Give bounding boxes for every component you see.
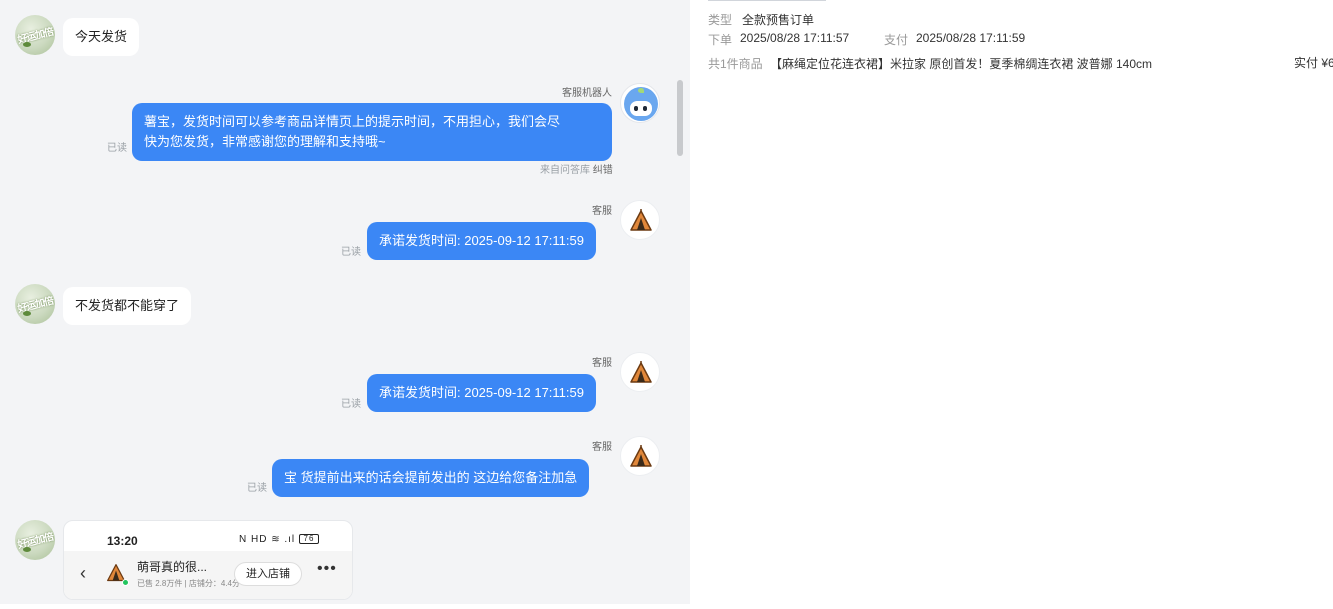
order-type-value: 全款预售订单 <box>742 13 815 27</box>
bot-avatar <box>620 83 660 123</box>
customer-message[interactable]: 不发货都不能穿了 <box>63 287 192 325</box>
customer-message[interactable]: 今天发货 <box>63 18 140 56</box>
phone-clock: 13:20 <box>107 534 138 548</box>
tent-icon <box>630 361 652 383</box>
tent-icon <box>630 209 652 231</box>
read-status: 已读 <box>247 483 267 494</box>
chat-pane: 好运加倍 今天发货 客服机器人 薯宝，发货时间可以参考商品详情页上的提示时间，不… <box>0 0 690 609</box>
sender-name: 客服 <box>592 442 612 453</box>
enter-shop-button: 进入店铺 <box>234 562 302 586</box>
read-status: 已读 <box>107 143 127 154</box>
more-icon: ••• <box>317 560 337 577</box>
leaf-icon <box>23 311 31 316</box>
avatar-logo-text: 好运加倍 <box>16 26 55 47</box>
back-arrow-icon: ‹ <box>80 563 86 583</box>
order-item-count: 共1件商品 <box>708 57 763 71</box>
order-panel: 类型 全款预售订单 下单 2025/08/28 17:11:57 支付 2025… <box>690 0 1333 609</box>
order-paid-time: 2025/08/28 17:11:59 <box>916 31 1026 45</box>
sender-name: 客服 <box>592 206 612 217</box>
report-error-link[interactable]: 纠错 <box>593 165 613 176</box>
sprout-icon <box>638 88 644 93</box>
answer-source: 来自问答库 纠错 <box>540 165 613 176</box>
sender-name: 客服机器人 <box>562 88 612 99</box>
avatar-logo-text: 好运加倍 <box>16 295 55 316</box>
actual-paid: 实付 ¥6 <box>1294 56 1333 70</box>
chat-input-edge <box>0 604 690 609</box>
bot-message[interactable]: 薯宝，发货时间可以参考商品详情页上的提示时间，不用担心，我们会尽 快为您发货，非… <box>132 103 612 161</box>
order-placed-label: 下单 <box>708 33 733 47</box>
divider <box>708 0 826 1</box>
bot-message-line: 薯宝，发货时间可以参考商品详情页上的提示时间，不用担心，我们会尽 <box>144 114 561 129</box>
phone-shop-name: 萌哥真的很... <box>137 560 208 574</box>
customer-avatar[interactable]: 好运加倍 <box>15 15 55 55</box>
battery-icon: 76 <box>298 534 319 545</box>
phone-shop-bar: ‹ 萌哥真的很... 已售 2.8万件 | 店铺分：4.4分 进入店铺 ••• <box>64 551 352 599</box>
order-type-label: 类型 <box>708 13 733 27</box>
read-status: 已读 <box>341 247 361 258</box>
product-title-link[interactable]: 【麻绳定位花连衣裙】米拉家 原创首发！夏季棉绸连衣裙 波普娜 140cm <box>770 55 1152 72</box>
avatar-logo-text: 好运加倍 <box>16 531 55 552</box>
customer-avatar[interactable]: 好运加倍 <box>15 284 55 324</box>
agent-avatar <box>620 436 660 476</box>
agent-message[interactable]: 宝 货提前出来的话会提前发出的 这边给您备注加急 <box>272 459 590 497</box>
online-dot <box>122 579 129 586</box>
read-status: 已读 <box>341 399 361 410</box>
agent-avatar <box>620 200 660 240</box>
customer-avatar[interactable]: 好运加倍 <box>15 520 55 560</box>
sender-name: 客服 <box>592 358 612 369</box>
agent-message[interactable]: 承诺发货时间: 2025-09-12 17:11:59 <box>367 374 596 412</box>
order-paid-label: 支付 <box>884 33 909 47</box>
phone-status-icons: N HD ≋ .ıl 76 <box>239 534 319 545</box>
order-placed-time: 2025/08/28 17:11:57 <box>740 31 850 45</box>
chat-scrollbar[interactable] <box>677 80 683 156</box>
image-message[interactable]: 13:20 N HD ≋ .ıl 76 ‹ 萌哥真的很... 已售 2.8万件 … <box>63 520 353 600</box>
agent-avatar <box>620 352 660 392</box>
agent-message[interactable]: 承诺发货时间: 2025-09-12 17:11:59 <box>367 222 596 260</box>
bot-message-line: 快为您发货，非常感谢您的理解和支持哦~ <box>144 134 386 149</box>
leaf-icon <box>23 547 31 552</box>
tent-icon <box>630 445 652 467</box>
phone-shop-meta: 已售 2.8万件 | 店铺分：4.4分 <box>137 579 241 588</box>
leaf-icon <box>23 42 31 47</box>
